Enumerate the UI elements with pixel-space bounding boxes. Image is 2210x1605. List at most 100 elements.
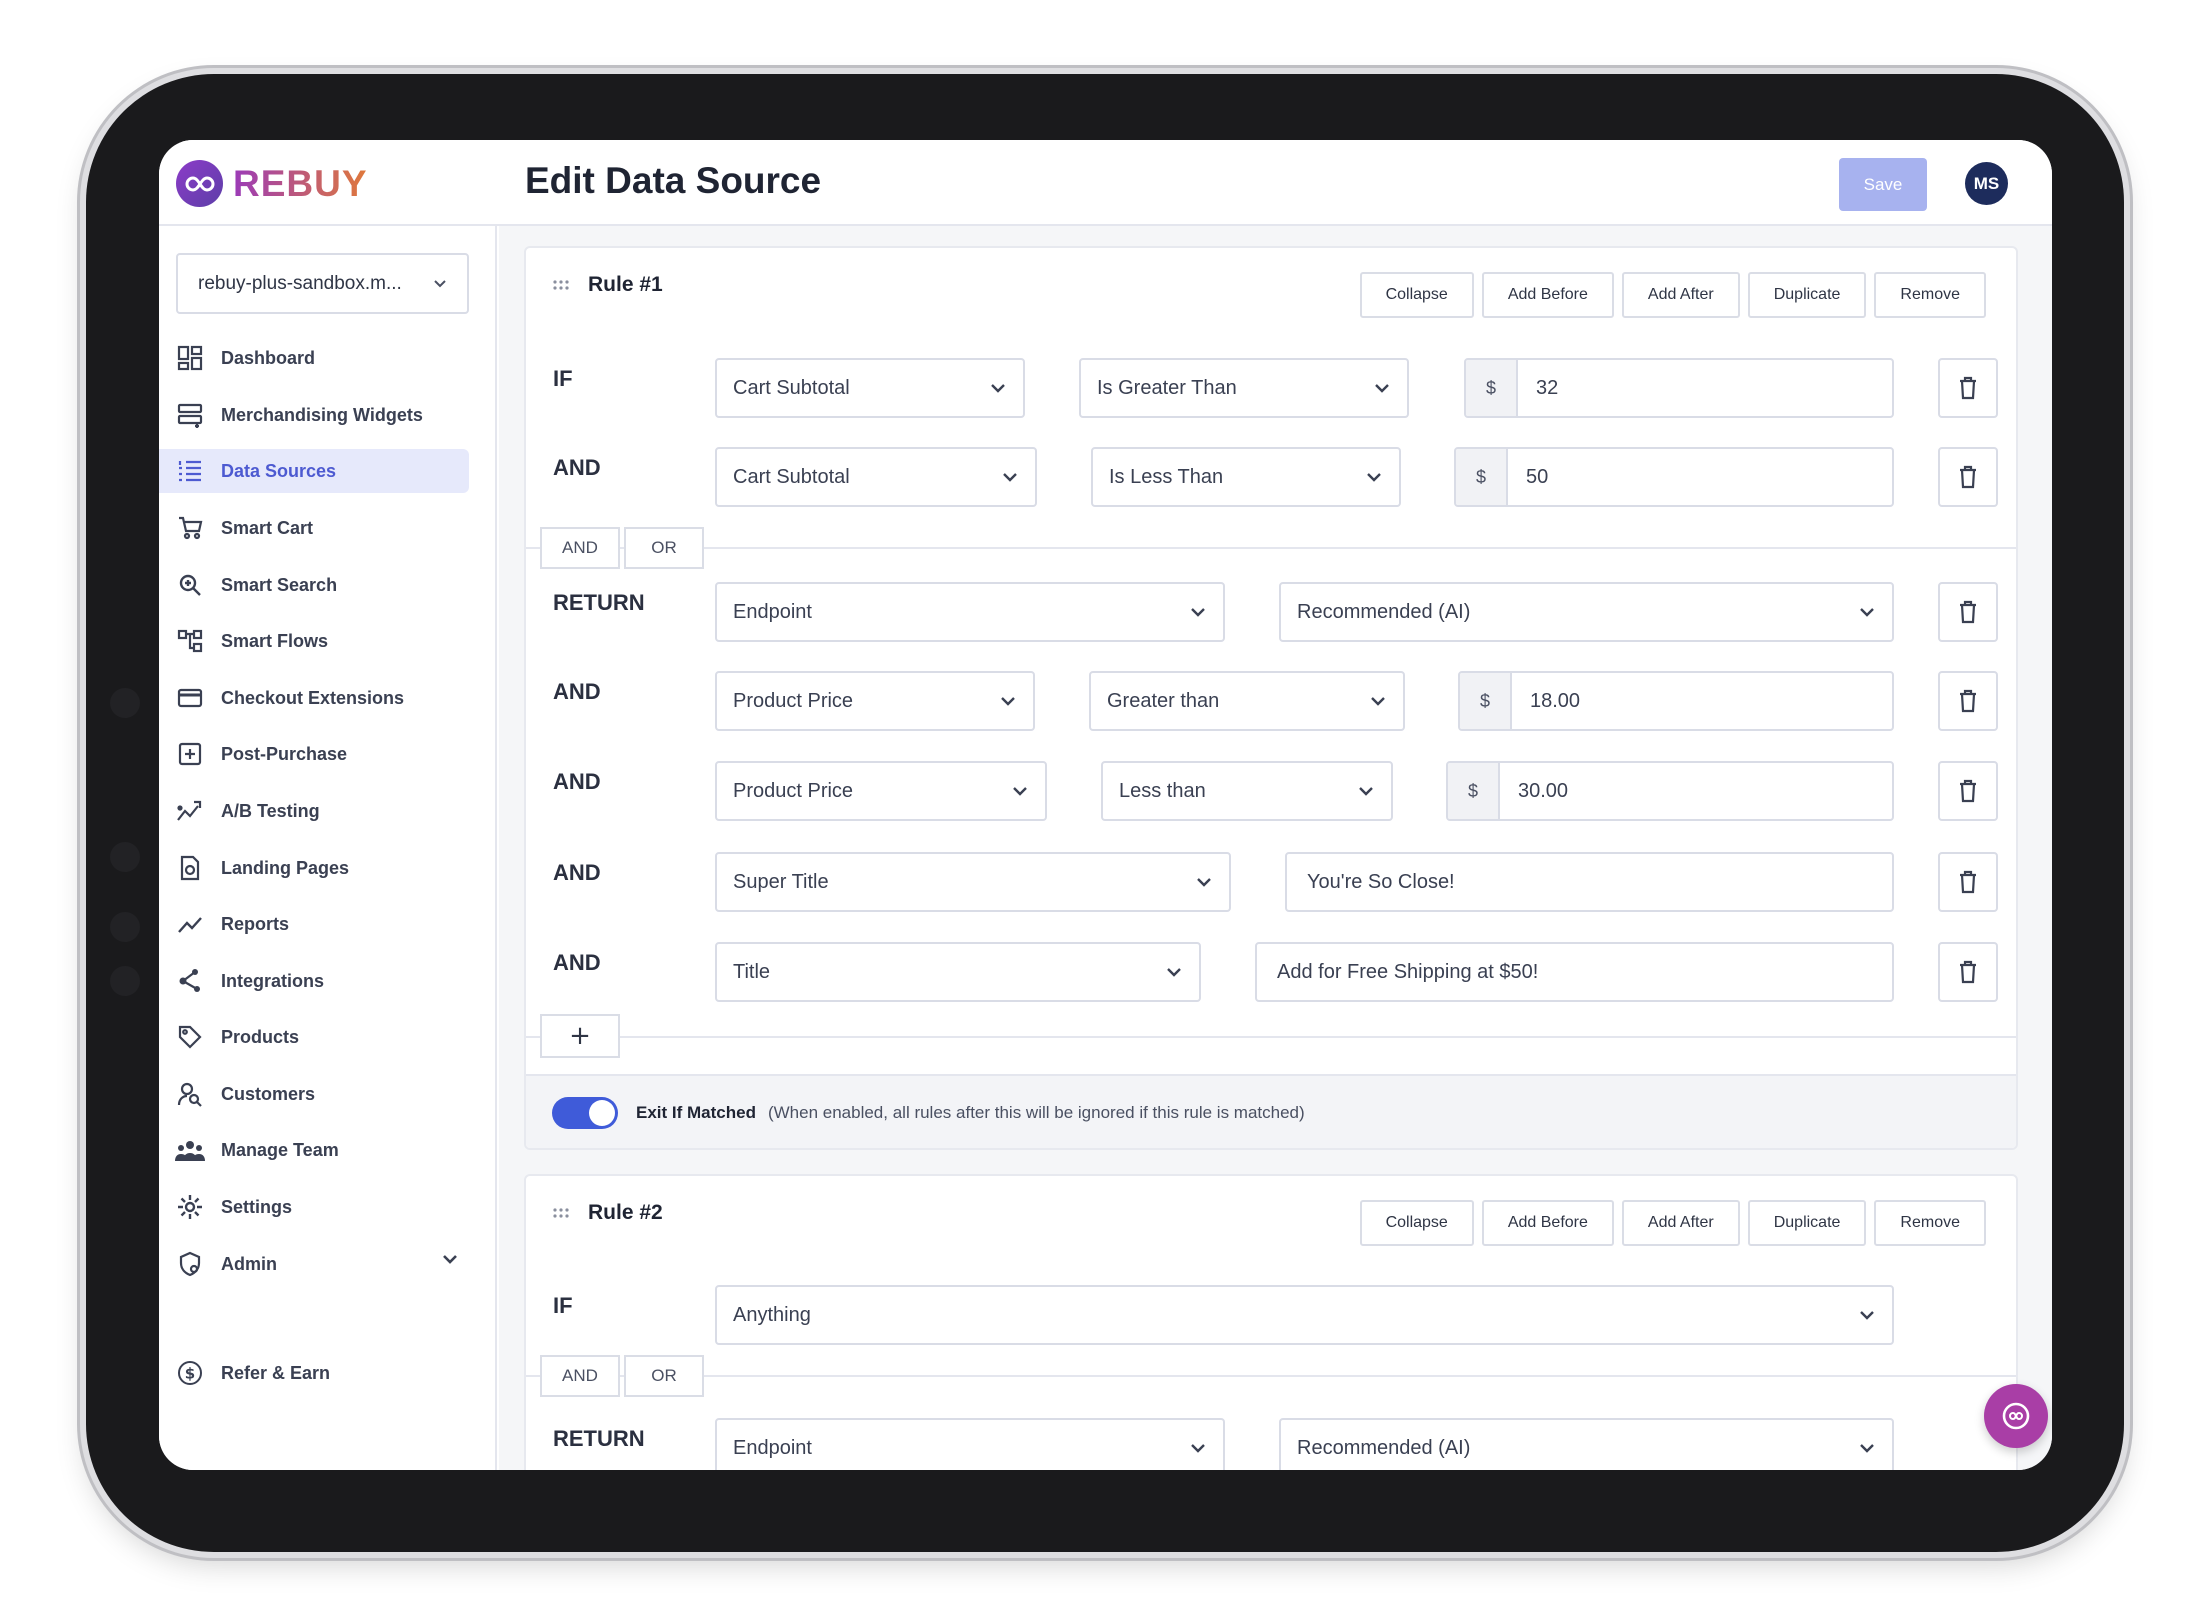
condition-value-input[interactable]: $ 32 [1464,358,1894,418]
select-value: Cart Subtotal [733,376,850,399]
remove-button[interactable]: Remove [1874,272,1986,318]
infinity-logo-icon [176,160,223,207]
sidebar-item-reports[interactable]: Reports [159,902,469,946]
delete-row-button[interactable] [1938,447,1998,507]
currency-addon: $ [1460,673,1512,729]
and-label: AND [553,679,601,704]
filter-value-input[interactable]: $ 30.00 [1446,761,1894,821]
rule-header: Rule #2 [552,1201,663,1225]
sidebar-item-label: Dashboard [221,347,316,368]
delete-row-button[interactable] [1938,671,1998,731]
condition-field-select[interactable]: Cart Subtotal [715,447,1037,507]
return-type-select[interactable]: Endpoint [715,582,1225,642]
condition-operator-select[interactable]: Is Greater Than [1079,358,1409,418]
sidebar-item-integrations[interactable]: Integrations [159,959,469,1003]
sidebar-item-smart-flows[interactable]: Smart Flows [159,619,469,663]
add-or-condition-button[interactable]: OR [624,527,704,569]
store-selector-value: rebuy-plus-sandbox.m... [198,272,402,294]
super-title-input[interactable]: You're So Close! [1285,852,1894,912]
save-button[interactable]: Save [1839,158,1927,211]
add-row-button[interactable]: + [540,1014,620,1058]
filter-operator-select[interactable]: Greater than [1089,671,1405,731]
widgets-icon [175,400,205,430]
add-after-button[interactable]: Add After [1621,1200,1740,1246]
sidebar-item-admin[interactable]: Admin [159,1242,469,1286]
delete-row-button[interactable] [1938,852,1998,912]
app-screen: REBUY Edit Data Source Save MS rebuy-plu… [159,140,2052,1470]
sidebar-item-checkout-extensions[interactable]: Checkout Extensions [159,676,469,720]
return-value-select[interactable]: Recommended (AI) [1279,1418,1894,1470]
delete-row-button[interactable] [1938,761,1998,821]
select-value: Recommended (AI) [1297,600,1471,623]
sidebar-item-merchandising-widgets[interactable]: Merchandising Widgets [159,393,469,437]
input-value: You're So Close! [1307,870,1455,893]
cart-icon [175,513,205,543]
exit-if-matched-description: (When enabled, all rules after this will… [767,1103,1305,1122]
sidebar-item-label: Post-Purchase [221,743,348,764]
user-avatar[interactable]: MS [1965,162,2008,205]
add-or-condition-button[interactable]: OR [624,1355,704,1397]
sidebar-item-post-purchase[interactable]: Post-Purchase [159,732,469,776]
return-label: RETURN [553,590,645,615]
title-input[interactable]: Add for Free Shipping at $50! [1255,942,1894,1002]
sidebar-item-customers[interactable]: Customers [159,1072,469,1116]
sidebar-item-label: Products [221,1026,300,1047]
tablet-sensor [110,966,140,996]
chevron-down-icon [991,384,1005,393]
return-value-select[interactable]: Recommended (AI) [1279,582,1894,642]
select-value: Anything [733,1303,811,1326]
remove-button[interactable]: Remove [1874,1200,1986,1246]
add-before-button[interactable]: Add Before [1481,1200,1614,1246]
chat-infinity-icon [2002,1402,2030,1430]
sidebar-item-refer-earn[interactable]: $ Refer & Earn [159,1351,469,1395]
delete-row-button[interactable] [1938,582,1998,642]
sidebar-item-ab-testing[interactable]: A/B Testing [159,789,469,833]
sidebar-item-landing-pages[interactable]: Landing Pages [159,846,469,890]
delete-row-button[interactable] [1938,358,1998,418]
gear-icon [175,1192,205,1222]
sidebar-item-manage-team[interactable]: Manage Team [159,1128,469,1172]
rule-actions: Collapse Add Before Add After Duplicate … [1359,272,1986,318]
delete-row-button[interactable] [1938,942,1998,1002]
text-field-select[interactable]: Super Title [715,852,1231,912]
duplicate-button[interactable]: Duplicate [1747,1200,1867,1246]
input-value: 18.00 [1530,689,1581,712]
filter-field-select[interactable]: Product Price [715,671,1035,731]
sidebar-item-products[interactable]: Products [159,1015,469,1059]
return-label: RETURN [553,1426,645,1451]
add-and-condition-button[interactable]: AND [540,1355,620,1397]
shield-icon [175,1249,205,1279]
condition-operator-select[interactable]: Is Less Than [1091,447,1401,507]
text-field-select[interactable]: Title [715,942,1201,1002]
brand-logo[interactable]: REBUY [176,160,368,207]
filter-operator-select[interactable]: Less than [1101,761,1393,821]
dashboard-icon [175,343,205,373]
flows-icon [175,626,205,656]
main-content: Rule #1 Collapse Add Before Add After Du… [499,226,2052,1470]
filter-field-select[interactable]: Product Price [715,761,1047,821]
sidebar-item-dashboard[interactable]: Dashboard [159,336,469,380]
add-after-button[interactable]: Add After [1621,272,1740,318]
collapse-button[interactable]: Collapse [1359,272,1474,318]
exit-if-matched-toggle[interactable] [552,1097,618,1129]
store-selector[interactable]: rebuy-plus-sandbox.m... [176,253,469,314]
collapse-button[interactable]: Collapse [1359,1200,1474,1246]
sidebar-item-data-sources[interactable]: Data Sources [159,449,469,493]
drag-handle-icon[interactable] [552,1207,570,1219]
return-type-select[interactable]: Endpoint [715,1418,1225,1470]
tablet-sensor [110,842,140,872]
chevron-down-icon [1371,697,1385,706]
sidebar-item-settings[interactable]: Settings [159,1185,469,1229]
duplicate-button[interactable]: Duplicate [1747,272,1867,318]
sidebar-item-smart-search[interactable]: Smart Search [159,563,469,607]
add-and-condition-button[interactable]: AND [540,527,620,569]
sidebar-item-smart-cart[interactable]: Smart Cart [159,506,469,550]
drag-handle-icon[interactable] [552,279,570,291]
condition-field-select[interactable]: Cart Subtotal [715,358,1025,418]
condition-field-select[interactable]: Anything [715,1285,1894,1345]
chevron-down-icon [434,279,446,287]
add-before-button[interactable]: Add Before [1481,272,1614,318]
filter-value-input[interactable]: $ 18.00 [1458,671,1894,731]
condition-value-input[interactable]: $ 50 [1454,447,1894,507]
chat-launcher-button[interactable] [1984,1384,2048,1448]
